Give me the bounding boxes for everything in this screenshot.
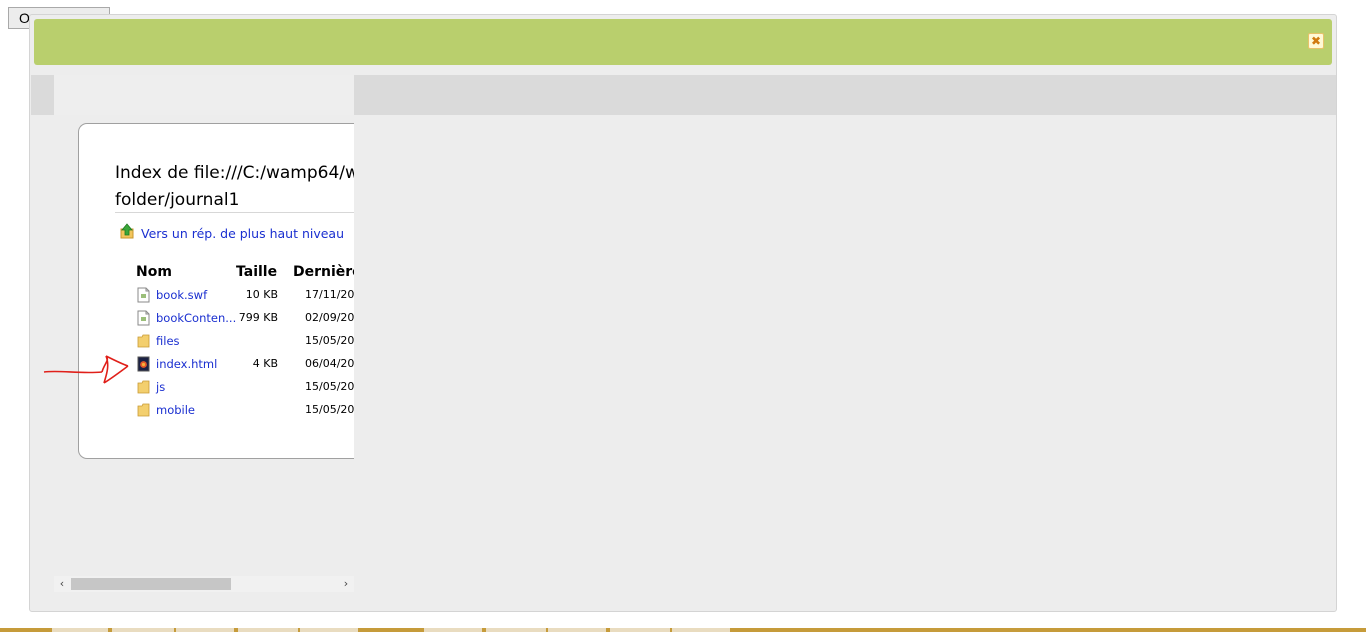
taskbar-tab[interactable] — [238, 628, 298, 632]
file-size: 4 KB — [252, 357, 278, 370]
taskbar-tab[interactable] — [52, 628, 108, 632]
parent-directory-link-label: Vers un rép. de plus haut niveau — [141, 226, 345, 241]
index-title-line2: folder/journal1 — [115, 190, 240, 210]
file-row[interactable]: mobile 15/05/201 — [79, 399, 354, 421]
file-size: 799 KB — [238, 311, 278, 324]
file-icon — [137, 310, 150, 326]
column-header-name[interactable]: Nom — [136, 264, 172, 280]
file-row[interactable]: bookConten...799 KB02/09/201 — [79, 307, 354, 329]
up-folder-icon — [120, 223, 134, 239]
file-icon — [137, 287, 150, 303]
file-date: 15/05/201 — [305, 403, 354, 416]
taskbar-tab[interactable] — [112, 628, 174, 632]
scroll-right-icon[interactable]: › — [338, 576, 354, 592]
close-icon[interactable]: ✖ — [1308, 33, 1324, 49]
taskbar-tab[interactable] — [486, 628, 546, 632]
horizontal-scrollbar[interactable]: ‹ › — [54, 576, 354, 592]
index-title: Index de file:///C:/wamp64/w folder/jour… — [115, 160, 354, 214]
taskbar-tab[interactable] — [610, 628, 670, 632]
file-name-link[interactable]: book.swf — [156, 288, 207, 302]
dialog-titlebar: ✖ — [34, 19, 1332, 65]
scroll-left-icon[interactable]: ‹ — [54, 576, 70, 592]
file-date: 15/05/201 — [305, 334, 354, 347]
taskbar-tab[interactable] — [176, 628, 234, 632]
taskbar-tab[interactable] — [424, 628, 482, 632]
directory-index-card: Index de file:///C:/wamp64/w folder/jour… — [78, 123, 354, 459]
file-name-link[interactable]: files — [156, 334, 180, 348]
title-divider — [115, 212, 354, 213]
folder-icon — [137, 333, 150, 349]
file-row[interactable]: book.swf 10 KB 17/11/201 — [79, 284, 354, 306]
file-date: 15/05/201 — [305, 380, 354, 393]
column-header-date[interactable]: Dernière — [293, 264, 354, 280]
file-date: 06/04/201 — [305, 357, 354, 370]
embedded-file-browser-frame: Index de file:///C:/wamp64/w folder/jour… — [54, 75, 354, 592]
modal-dialog: ✖ Index de file:///C:/wamp64/w folder/jo… — [29, 14, 1337, 612]
file-name-link[interactable]: mobile — [156, 403, 195, 417]
scrollbar-thumb[interactable] — [71, 578, 231, 590]
taskbar-tab[interactable] — [672, 628, 730, 632]
file-row[interactable]: files 15/05/201 — [79, 330, 354, 352]
frame-header — [54, 75, 354, 115]
file-date: 02/09/201 — [305, 311, 354, 324]
red-arrow-annotation — [43, 355, 129, 384]
column-header-size[interactable]: Taille — [236, 264, 277, 280]
taskbar-tab[interactable] — [548, 628, 606, 632]
file-date: 17/11/201 — [305, 288, 354, 301]
file-name-link[interactable]: js — [156, 380, 165, 394]
taskbar-tab[interactable] — [300, 628, 358, 632]
file-name-link[interactable]: index.html — [156, 357, 217, 371]
file-size: 10 KB — [245, 288, 278, 301]
folder-icon — [137, 402, 150, 418]
index-title-line1: Index de file:///C:/wamp64/w — [115, 163, 354, 183]
